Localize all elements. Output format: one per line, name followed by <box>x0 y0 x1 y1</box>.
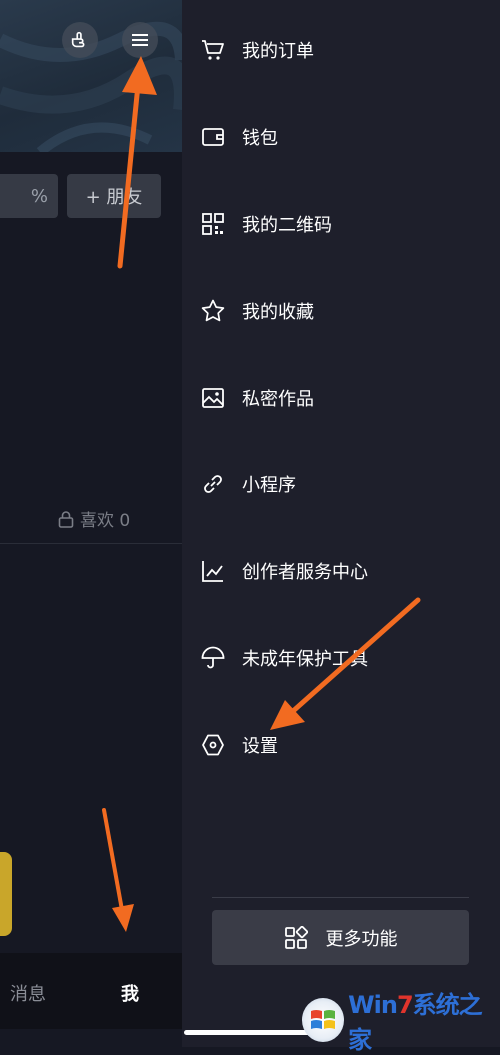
cart-icon <box>200 37 226 63</box>
drawer-item-label: 我的订单 <box>242 41 314 62</box>
add-friend-button[interactable]: + 朋友 <box>67 174 161 218</box>
hamburger-menu-icon <box>132 34 148 46</box>
drawer-item-label: 未成年保护工具 <box>242 649 368 670</box>
grid-apps-icon <box>284 925 308 950</box>
chart-icon <box>200 558 226 584</box>
percent-label: % <box>30 185 48 207</box>
drawer-item-label: 小程序 <box>242 475 296 496</box>
star-icon <box>200 298 226 324</box>
likes-label: 喜欢 0 <box>80 511 131 531</box>
watermark: Win7系统之家 <box>302 991 498 1054</box>
watermark-seven: 7 <box>396 991 414 1019</box>
drawer-item-favorites[interactable]: 我的收藏 <box>200 291 314 331</box>
drawer-item-creator-center[interactable]: 创作者服务中心 <box>200 551 368 591</box>
gesture-button[interactable] <box>62 22 98 58</box>
profile-divider <box>0 543 182 544</box>
profile-banner <box>0 0 182 152</box>
drawer-item-private-works[interactable]: 私密作品 <box>200 378 314 418</box>
percent-button[interactable]: % <box>0 174 58 218</box>
link-icon <box>200 471 226 497</box>
settings-hexagon-icon <box>200 732 226 758</box>
drawer-divider <box>212 897 469 898</box>
hand-pointer-icon <box>71 31 85 48</box>
drawer-item-label: 我的收藏 <box>242 302 314 323</box>
watermark-prefix: Win <box>348 991 398 1019</box>
side-drawer <box>182 0 500 1047</box>
drawer-item-label: 我的二维码 <box>242 215 332 236</box>
drawer-item-wallet[interactable]: 钱包 <box>200 117 278 157</box>
qr-code-icon <box>200 211 226 237</box>
likes-tab[interactable]: 喜欢 0 <box>58 506 130 531</box>
tab-messages[interactable]: 消息 <box>10 980 46 1006</box>
wallet-icon <box>200 124 226 150</box>
watermark-text: Win7系统之家 <box>348 985 498 1055</box>
floating-yellow-tab[interactable] <box>0 852 12 936</box>
drawer-item-qr-code[interactable]: 我的二维码 <box>200 204 332 244</box>
drawer-item-label: 私密作品 <box>242 389 314 410</box>
drawer-item-mini-programs[interactable]: 小程序 <box>200 464 296 504</box>
private-image-icon <box>200 385 226 411</box>
windows-logo-icon <box>302 998 345 1042</box>
drawer-item-minor-protection[interactable]: 未成年保护工具 <box>200 638 368 678</box>
drawer-item-orders[interactable]: 我的订单 <box>200 30 314 70</box>
profile-page: % + 朋友 喜欢 0 消息 我 <box>0 0 182 1047</box>
more-features-label: 更多功能 <box>325 928 398 950</box>
umbrella-icon <box>200 645 226 671</box>
home-indicator[interactable] <box>184 1030 318 1035</box>
add-friend-label: + 朋友 <box>85 187 143 208</box>
drawer-item-label: 钱包 <box>242 128 278 149</box>
tab-me[interactable]: 我 <box>121 980 139 1006</box>
menu-button[interactable] <box>122 22 158 58</box>
lock-icon <box>58 510 74 528</box>
more-features-button[interactable]: 更多功能 <box>212 910 469 965</box>
drawer-item-label: 创作者服务中心 <box>242 562 368 583</box>
drawer-item-label: 设置 <box>242 736 278 757</box>
drawer-item-settings[interactable]: 设置 <box>200 725 278 765</box>
